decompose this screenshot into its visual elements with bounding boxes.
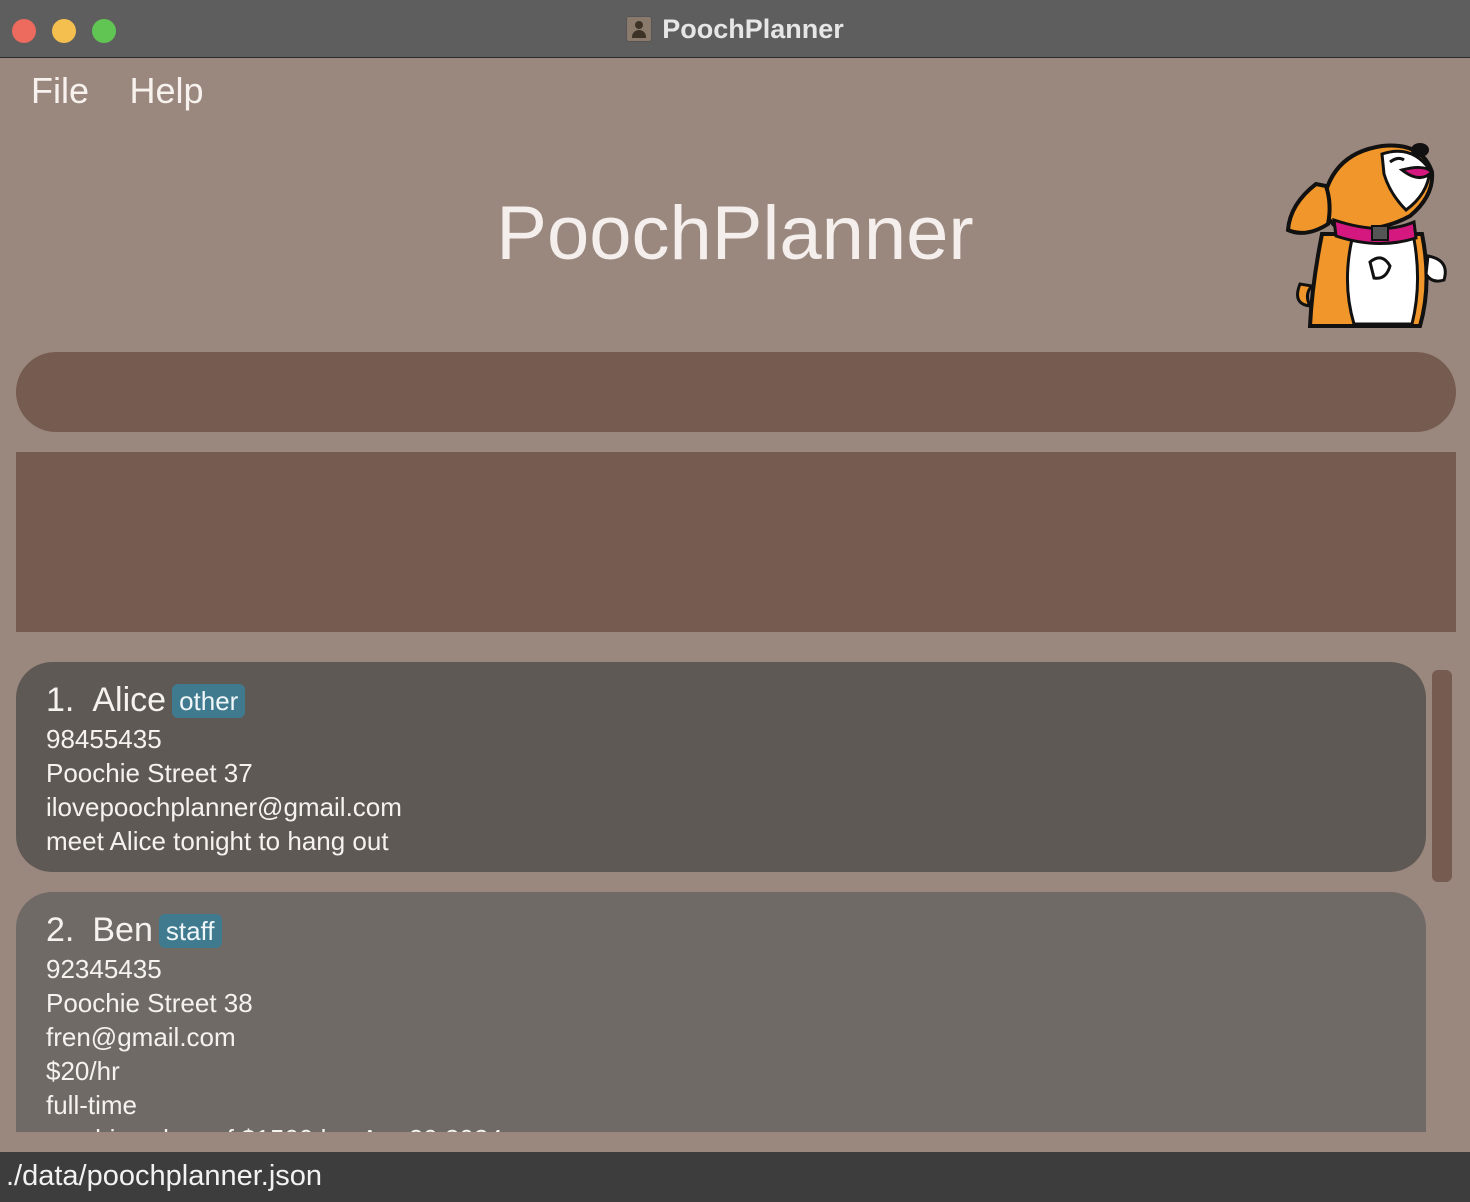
contact-address: Poochie Street 38 [46, 988, 253, 1018]
contact-name: Alice [92, 681, 167, 719]
status-bar: ./data/poochplanner.json [0, 1152, 1470, 1202]
command-input[interactable] [16, 352, 1456, 432]
contact-tag: staff [158, 914, 222, 948]
contact-name: Ben [92, 911, 153, 949]
contact-phone: 92345435 [46, 954, 162, 984]
contact-phone: 98455435 [46, 724, 162, 754]
contact-index: 2. [46, 911, 75, 949]
contact-tag: other [172, 684, 246, 718]
contact-email: ilovepoochplanner@gmail.com [46, 792, 402, 822]
window-title-wrap: PoochPlanner [0, 14, 1470, 45]
address-book-icon [626, 16, 653, 42]
menu-bar: File Help [31, 70, 240, 112]
status-file-path: ./data/poochplanner.json [6, 1160, 323, 1192]
window-title: PoochPlanner [662, 14, 844, 44]
contact-salary: $20/hr [46, 1056, 120, 1086]
contact-card[interactable]: 1. Alice other 98455435 Poochie Street 37 … [16, 662, 1426, 872]
list-scrollbar[interactable] [1432, 670, 1452, 882]
contact-email: fren@gmail.com [46, 1022, 236, 1052]
contact-note: meet Alice tonight to hang out [46, 826, 389, 856]
contact-address: Poochie Street 37 [46, 758, 253, 788]
title-bar[interactable]: PoochPlanner [0, 0, 1470, 58]
contact-card[interactable]: 2. Ben staff 92345435 Poochie Street 38 fr… [16, 892, 1426, 1132]
contact-employment: full-time [46, 1090, 138, 1120]
result-display [16, 452, 1456, 632]
menu-file[interactable]: File [31, 70, 89, 112]
contact-index: 1. [46, 681, 75, 719]
contact-list[interactable]: 1. Alice other 98455435 Poochie Street 37 … [16, 662, 1426, 1132]
app-title: PoochPlanner [496, 191, 974, 276]
contact-card-header: 2. Ben staff [46, 908, 1396, 952]
corgi-dog-icon [1285, 143, 1447, 328]
menu-help[interactable]: Help [129, 70, 203, 112]
app-window: PoochPlanner File Help PoochPlanner 1. A… [0, 0, 1470, 1202]
contact-note: pay his salary of $1500 by: Apr 20 2024 [46, 1122, 1396, 1132]
contact-card-header: 1. Alice other [46, 678, 1396, 722]
